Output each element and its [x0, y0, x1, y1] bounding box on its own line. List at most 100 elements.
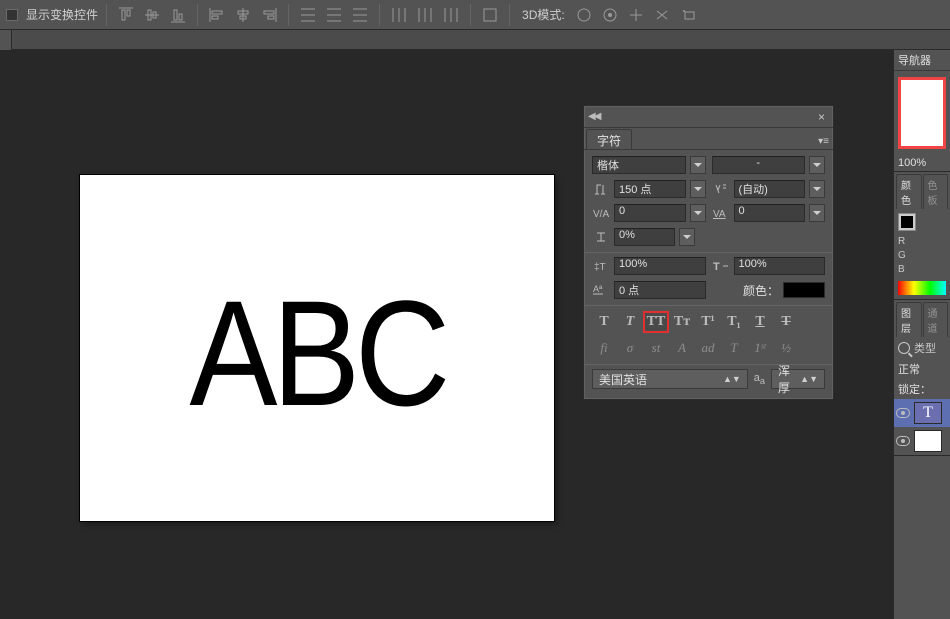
blend-mode-dropdown[interactable]: 正常: [894, 359, 950, 379]
font-family-dropdown-icon[interactable]: [690, 156, 706, 174]
tab-stub[interactable]: [0, 30, 12, 50]
distribute-hcenter-icon[interactable]: [414, 4, 436, 26]
type-style-row: T T TT Tᴛ T¹ T₁ T T: [592, 312, 825, 332]
layer-thumb-text-icon: T: [914, 402, 942, 424]
filter-search-icon[interactable]: [898, 342, 910, 354]
contextual-alt-button[interactable]: σ: [618, 338, 642, 358]
filter-type-label[interactable]: 类型: [914, 340, 936, 356]
height-field[interactable]: 100%: [614, 257, 706, 275]
height-scale-icon: ‡T: [592, 258, 610, 274]
document-tab-strip: [0, 30, 950, 50]
character-panel-body: 楷体 - 150 点 (自动) V/A 0: [584, 150, 833, 399]
show-transform-checkbox[interactable]: [6, 9, 18, 21]
ligature-button[interactable]: fi: [592, 338, 616, 358]
tab-swatch[interactable]: 色板: [923, 174, 949, 209]
font-style-field[interactable]: -: [712, 156, 806, 174]
kerning-dropdown-icon[interactable]: [690, 204, 706, 222]
subscript-button[interactable]: T₁: [722, 312, 746, 332]
font-size-field[interactable]: 150 点: [614, 180, 686, 198]
foreground-swatch[interactable]: [898, 213, 916, 231]
lock-label: 锁定：: [894, 379, 950, 399]
antialias-dropdown[interactable]: 浑厚 ▲▼: [771, 369, 825, 389]
align-top-icon[interactable]: [115, 4, 137, 26]
separator: [197, 4, 198, 26]
layer-row-text[interactable]: T: [894, 399, 950, 427]
align-hcenter-icon[interactable]: [232, 4, 254, 26]
align-left-icon[interactable]: [206, 4, 228, 26]
canvas-document[interactable]: ABC: [80, 175, 554, 521]
tab-character[interactable]: 字符: [586, 129, 632, 149]
color-label: 颜色：: [743, 282, 779, 299]
vscale-field[interactable]: 0%: [614, 228, 675, 246]
titling-alt-button[interactable]: T: [722, 338, 746, 358]
kerning-field[interactable]: 0: [614, 204, 686, 222]
leading-dropdown-icon[interactable]: [809, 180, 825, 198]
layer-thumb-background: [914, 430, 942, 452]
ordinals-button[interactable]: 1ˢᵗ: [748, 338, 772, 358]
panel-close-icon[interactable]: ×: [814, 110, 829, 124]
align-bottom-icon[interactable]: [167, 4, 189, 26]
faux-italic-button[interactable]: T: [618, 312, 642, 332]
swash-button[interactable]: A: [670, 338, 694, 358]
tracking-field[interactable]: 0: [734, 204, 806, 222]
3d-pan-icon[interactable]: [625, 4, 647, 26]
distribute-right-icon[interactable]: [440, 4, 462, 26]
text-color-swatch[interactable]: [783, 282, 825, 298]
layer-row-background[interactable]: [894, 427, 950, 455]
separator: [509, 4, 510, 26]
canvas-text: ABC: [189, 278, 445, 428]
tab-color[interactable]: 颜色: [896, 174, 922, 209]
faux-bold-button[interactable]: T: [592, 312, 616, 332]
divider: [584, 252, 833, 253]
baseline-field[interactable]: 0 点: [614, 281, 706, 299]
dropdown-arrows-icon: ▲▼: [723, 374, 741, 384]
distribute-left-icon[interactable]: [388, 4, 410, 26]
panel-tab-row: 字符 ▾≡: [584, 128, 833, 150]
auto-align-icon[interactable]: [479, 4, 501, 26]
language-dropdown[interactable]: 美国英语 ▲▼: [592, 369, 748, 389]
leading-field[interactable]: (自动): [734, 180, 806, 198]
strikethrough-button[interactable]: T: [774, 312, 798, 332]
font-size-icon: [592, 181, 610, 197]
navigator-thumbnail[interactable]: [898, 77, 946, 149]
font-size-dropdown-icon[interactable]: [690, 180, 706, 198]
svg-text:‡T: ‡T: [594, 262, 606, 273]
distribute-vcenter-icon[interactable]: [323, 4, 345, 26]
visibility-eye-icon[interactable]: [896, 408, 910, 418]
stylistic-alt-button[interactable]: ad: [696, 338, 720, 358]
panel-header[interactable]: ◀◀ ×: [584, 106, 833, 128]
r-label: R: [898, 235, 946, 249]
tab-channels[interactable]: 通道: [923, 302, 949, 337]
panel-collapse-icon[interactable]: ◀◀: [588, 111, 599, 122]
baseline-icon: Aª: [592, 282, 610, 298]
discretionary-lig-button[interactable]: st: [644, 338, 668, 358]
superscript-button[interactable]: T¹: [696, 312, 720, 332]
underline-button[interactable]: T: [748, 312, 772, 332]
all-caps-button[interactable]: TT: [644, 312, 668, 332]
3d-roll-icon[interactable]: [599, 4, 621, 26]
navigator-panel-title[interactable]: 导航器: [894, 50, 950, 71]
vscale-icon: [592, 229, 610, 245]
tab-layers[interactable]: 图层: [896, 302, 922, 337]
divider: [584, 305, 833, 306]
3d-scale-icon[interactable]: [677, 4, 699, 26]
align-right-icon[interactable]: [258, 4, 280, 26]
fractions-button[interactable]: ½: [774, 338, 798, 358]
small-caps-button[interactable]: Tᴛ: [670, 312, 694, 332]
visibility-eye-icon[interactable]: [896, 436, 910, 446]
color-ramp[interactable]: [898, 281, 946, 295]
language-value: 美国英语: [599, 371, 647, 388]
distribute-top-icon[interactable]: [297, 4, 319, 26]
font-family-field[interactable]: 楷体: [592, 156, 686, 174]
font-style-dropdown-icon[interactable]: [809, 156, 825, 174]
3d-slide-icon[interactable]: [651, 4, 673, 26]
width-field[interactable]: 100%: [734, 257, 826, 275]
width-scale-icon: T: [712, 258, 730, 274]
align-vcenter-icon[interactable]: [141, 4, 163, 26]
3d-orbit-icon[interactable]: [573, 4, 595, 26]
vscale-dropdown-icon[interactable]: [679, 228, 695, 246]
tracking-dropdown-icon[interactable]: [809, 204, 825, 222]
panel-menu-icon[interactable]: ▾≡: [814, 134, 833, 149]
distribute-bottom-icon[interactable]: [349, 4, 371, 26]
zoom-value[interactable]: 100%: [894, 155, 950, 171]
